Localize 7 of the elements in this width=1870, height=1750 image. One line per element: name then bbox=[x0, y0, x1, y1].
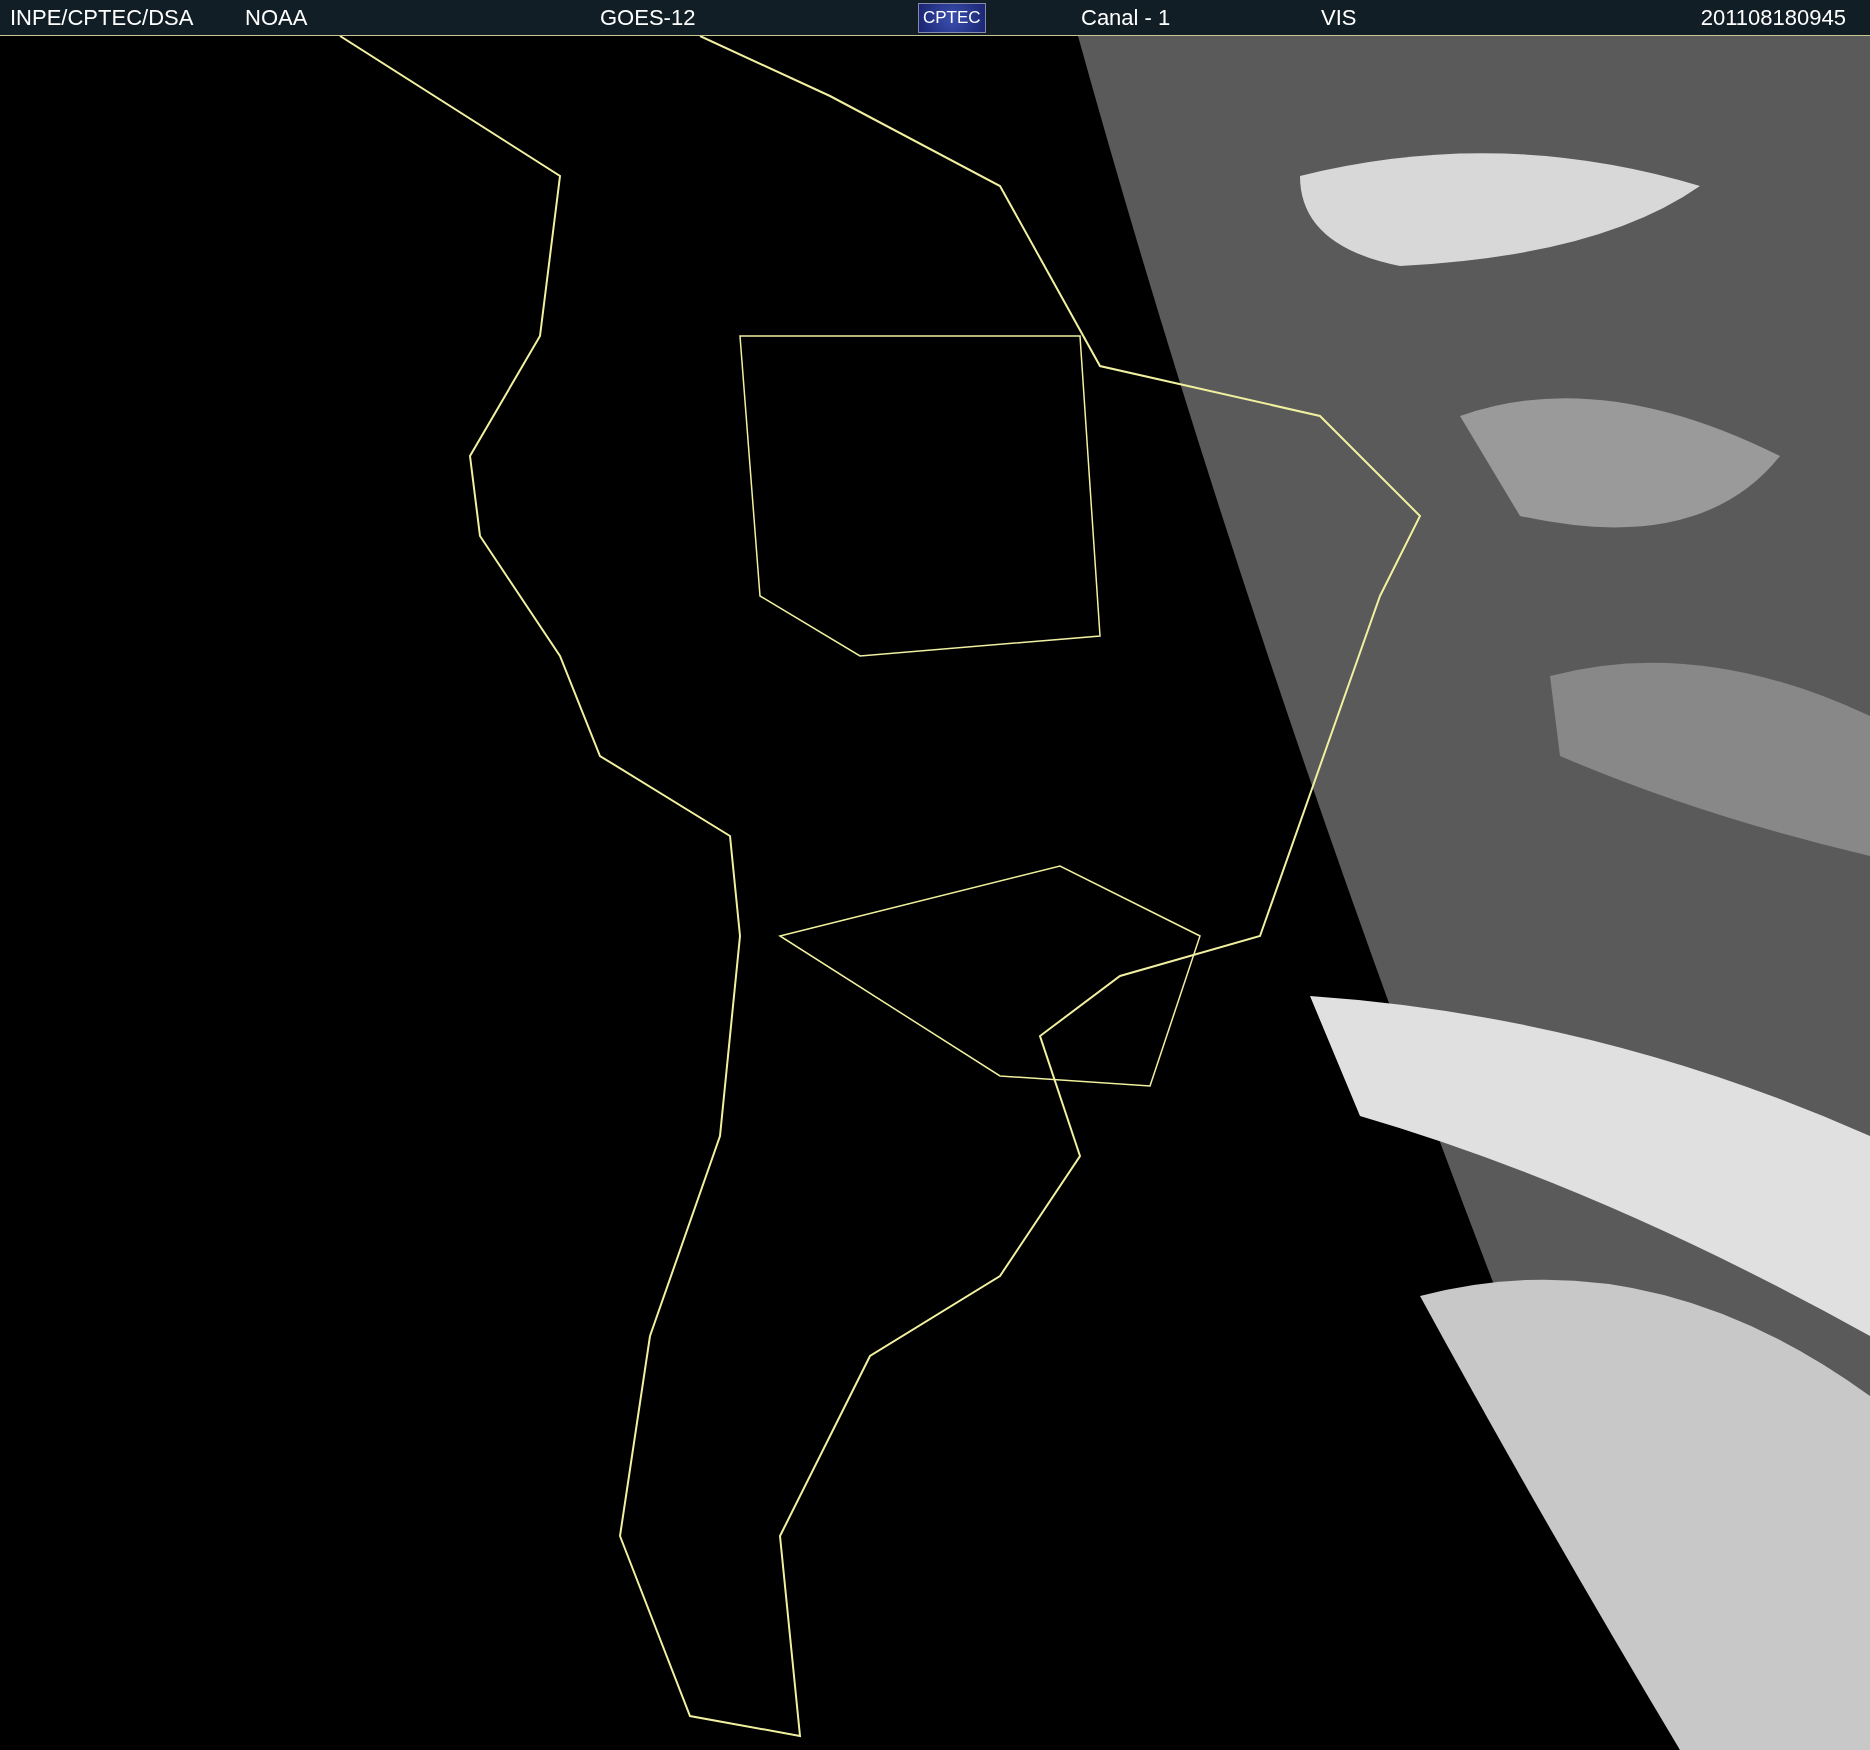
timestamp-label: 201108180945 bbox=[1700, 4, 1846, 31]
logo: CPTEC bbox=[918, 2, 986, 33]
band-label: VIS bbox=[1321, 4, 1357, 31]
agency-label: NOAA bbox=[245, 4, 308, 31]
satellite-label: GOES-12 bbox=[600, 4, 696, 31]
channel-label: Canal - 1 bbox=[1081, 4, 1171, 31]
source-label: INPE/CPTEC/DSA bbox=[10, 4, 194, 31]
